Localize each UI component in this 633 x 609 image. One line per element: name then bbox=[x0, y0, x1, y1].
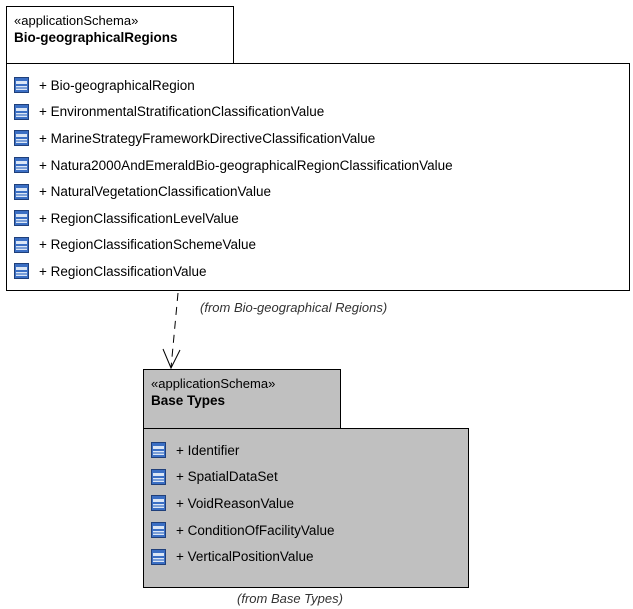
package-element-label: + Natura2000AndEmeraldBio-geographicalRe… bbox=[39, 157, 453, 173]
class-element-icon bbox=[14, 77, 29, 94]
class-element-icon bbox=[151, 468, 166, 485]
package-element-item[interactable]: + ConditionOfFacilityValue bbox=[151, 517, 334, 544]
package-element-item[interactable]: + RegionClassificationValue bbox=[14, 258, 453, 285]
class-element-icon bbox=[151, 548, 166, 565]
class-element-icon bbox=[151, 495, 166, 512]
package-element-label: + VerticalPositionValue bbox=[176, 549, 314, 565]
package-element-label: + RegionClassificationSchemeValue bbox=[39, 237, 256, 253]
package-base-types-body[interactable]: + Identifier + SpatialDataSet + VoidReason… bbox=[143, 428, 469, 588]
package-element-item[interactable]: + VerticalPositionValue bbox=[151, 543, 334, 570]
package-element-item[interactable]: + Identifier bbox=[151, 437, 334, 464]
class-element-icon bbox=[14, 157, 29, 174]
package-base-types-tab[interactable]: «applicationSchema» Base Types bbox=[143, 369, 341, 429]
class-element-icon bbox=[151, 522, 166, 539]
package-title: Bio-geographicalRegions bbox=[14, 30, 178, 45]
package-element-label: + Identifier bbox=[176, 442, 240, 458]
package-element-item[interactable]: + Bio-geographicalRegion bbox=[14, 72, 453, 99]
package-stereotype: «applicationSchema» bbox=[151, 376, 276, 391]
class-element-icon bbox=[14, 210, 29, 227]
package-element-label: + MarineStrategyFrameworkDirectiveClassi… bbox=[39, 130, 376, 146]
package-element-list: + Identifier + SpatialDataSet + VoidReason… bbox=[151, 437, 334, 570]
package-element-item[interactable]: + NaturalVegetationClassificationValue bbox=[14, 178, 453, 205]
class-element-icon bbox=[14, 130, 29, 147]
class-element-icon bbox=[14, 183, 29, 200]
package-element-item[interactable]: + Natura2000AndEmeraldBio-geographicalRe… bbox=[14, 152, 453, 179]
package-origin-note: (from Bio-geographical Regions) bbox=[200, 300, 388, 315]
package-stereotype: «applicationSchema» bbox=[14, 13, 139, 28]
package-bio-geographical-regions-body[interactable]: + Bio-geographicalRegion + EnvironmentalS… bbox=[6, 63, 630, 291]
package-element-label: + EnvironmentalStratificationClassificat… bbox=[39, 104, 325, 120]
package-element-label: + RegionClassificationLevelValue bbox=[39, 210, 239, 226]
package-element-item[interactable]: + VoidReasonValue bbox=[151, 490, 334, 517]
package-origin-note: (from Base Types) bbox=[237, 591, 343, 606]
package-element-label: + NaturalVegetationClassificationValue bbox=[39, 184, 272, 200]
class-element-icon bbox=[151, 442, 166, 459]
package-title: Base Types bbox=[151, 393, 226, 408]
class-element-icon bbox=[14, 263, 29, 280]
package-element-label: + VoidReasonValue bbox=[176, 495, 294, 511]
package-element-item[interactable]: + EnvironmentalStratificationClassificat… bbox=[14, 99, 453, 126]
package-element-item[interactable]: + RegionClassificationSchemeValue bbox=[14, 232, 453, 259]
package-element-list: + Bio-geographicalRegion + EnvironmentalS… bbox=[14, 72, 453, 285]
class-element-icon bbox=[14, 103, 29, 120]
package-element-item[interactable]: + MarineStrategyFrameworkDirectiveClassi… bbox=[14, 125, 453, 152]
package-element-label: + RegionClassificationValue bbox=[39, 263, 207, 279]
package-element-label: + ConditionOfFacilityValue bbox=[176, 522, 335, 538]
class-element-icon bbox=[14, 236, 29, 253]
package-element-item[interactable]: + SpatialDataSet bbox=[151, 464, 334, 491]
package-bio-geographical-regions-tab[interactable]: «applicationSchema» Bio-geographicalRegi… bbox=[6, 6, 234, 64]
package-element-item[interactable]: + RegionClassificationLevelValue bbox=[14, 205, 453, 232]
package-element-label: + Bio-geographicalRegion bbox=[39, 77, 195, 93]
package-element-label: + SpatialDataSet bbox=[176, 469, 278, 485]
